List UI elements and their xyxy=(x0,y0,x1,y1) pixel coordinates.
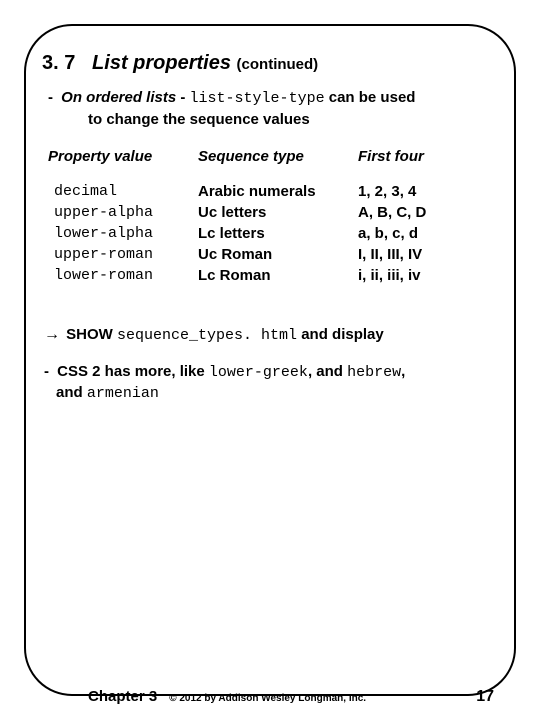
cell-property: lower-alpha xyxy=(48,223,198,244)
slide-frame: 3. 7 List properties (continued) - On or… xyxy=(24,24,516,696)
cell-sequence: Arabic numerals xyxy=(198,181,358,202)
footer: Chapter 3 © 2012 by Addison Wesley Longm… xyxy=(0,688,540,706)
note-code1: lower-greek xyxy=(209,364,308,381)
bullet-lead: On ordered lists xyxy=(61,89,176,106)
cell-sequence: Lc Roman xyxy=(198,265,358,286)
heading-number: 3. 7 xyxy=(42,52,75,74)
table-row: upper-roman Uc Roman I, II, III, IV xyxy=(48,244,492,265)
note-line2a: and xyxy=(56,384,87,401)
table-row: decimal Arabic numerals 1, 2, 3, 4 xyxy=(48,181,492,202)
bullet-ordered-lists: - On ordered lists - list-style-type can… xyxy=(48,89,492,107)
cell-first-four: I, II, III, IV xyxy=(358,244,478,265)
bullet-tail: can be used xyxy=(325,89,416,106)
column-headers: Property value Sequence type First four xyxy=(48,148,492,165)
note-css2: - CSS 2 has more, like lower-greek, and … xyxy=(44,362,492,403)
cell-sequence: Uc Roman xyxy=(198,244,358,265)
cell-property: decimal xyxy=(48,181,198,202)
bullet-dash: - xyxy=(48,89,53,106)
cell-first-four: A, B, C, D xyxy=(358,202,478,223)
note-mid: , and xyxy=(308,363,347,380)
note-code3: armenian xyxy=(87,385,159,402)
cell-property: upper-roman xyxy=(48,244,198,265)
footer-page-number: 17 xyxy=(476,688,494,706)
cell-property: lower-roman xyxy=(48,265,198,286)
note-lead: CSS 2 has more, like xyxy=(53,363,209,380)
heading-title: List properties xyxy=(92,52,231,74)
arrow-icon: → xyxy=(44,326,60,343)
cell-first-four: a, b, c, d xyxy=(358,223,478,244)
note-dash: - xyxy=(44,363,49,380)
cell-property: upper-alpha xyxy=(48,202,198,223)
value-table: decimal Arabic numerals 1, 2, 3, 4 upper… xyxy=(48,181,492,286)
cell-sequence: Uc letters xyxy=(198,202,358,223)
bullet-code: list-style-type xyxy=(190,90,325,107)
header-first-four: First four xyxy=(358,148,468,165)
header-sequence-type: Sequence type xyxy=(198,148,358,165)
cell-first-four: i, ii, iii, iv xyxy=(358,265,478,286)
footer-copyright: © 2012 by Addison Wesley Longman, Inc. xyxy=(169,693,366,704)
bullet-line2: to change the sequence values xyxy=(88,111,492,128)
show-code: sequence_types. html xyxy=(117,327,297,344)
note-code2: hebrew xyxy=(347,364,401,381)
cell-sequence: Lc letters xyxy=(198,223,358,244)
show-lead: SHOW xyxy=(62,326,117,343)
cell-first-four: 1, 2, 3, 4 xyxy=(358,181,478,202)
bullet-sep: - xyxy=(176,89,189,106)
heading: 3. 7 List properties (continued) xyxy=(42,52,492,75)
table-row: upper-alpha Uc letters A, B, C, D xyxy=(48,202,492,223)
footer-chapter: Chapter 3 xyxy=(88,688,157,705)
note-tail: , xyxy=(401,363,405,380)
table-row: lower-roman Lc Roman i, ii, iii, iv xyxy=(48,265,492,286)
table-row: lower-alpha Lc letters a, b, c, d xyxy=(48,223,492,244)
header-property-value: Property value xyxy=(48,148,198,165)
heading-continued: (continued) xyxy=(237,56,319,73)
show-line: → SHOW sequence_types. html and display xyxy=(44,326,492,344)
show-tail: and display xyxy=(297,326,384,343)
